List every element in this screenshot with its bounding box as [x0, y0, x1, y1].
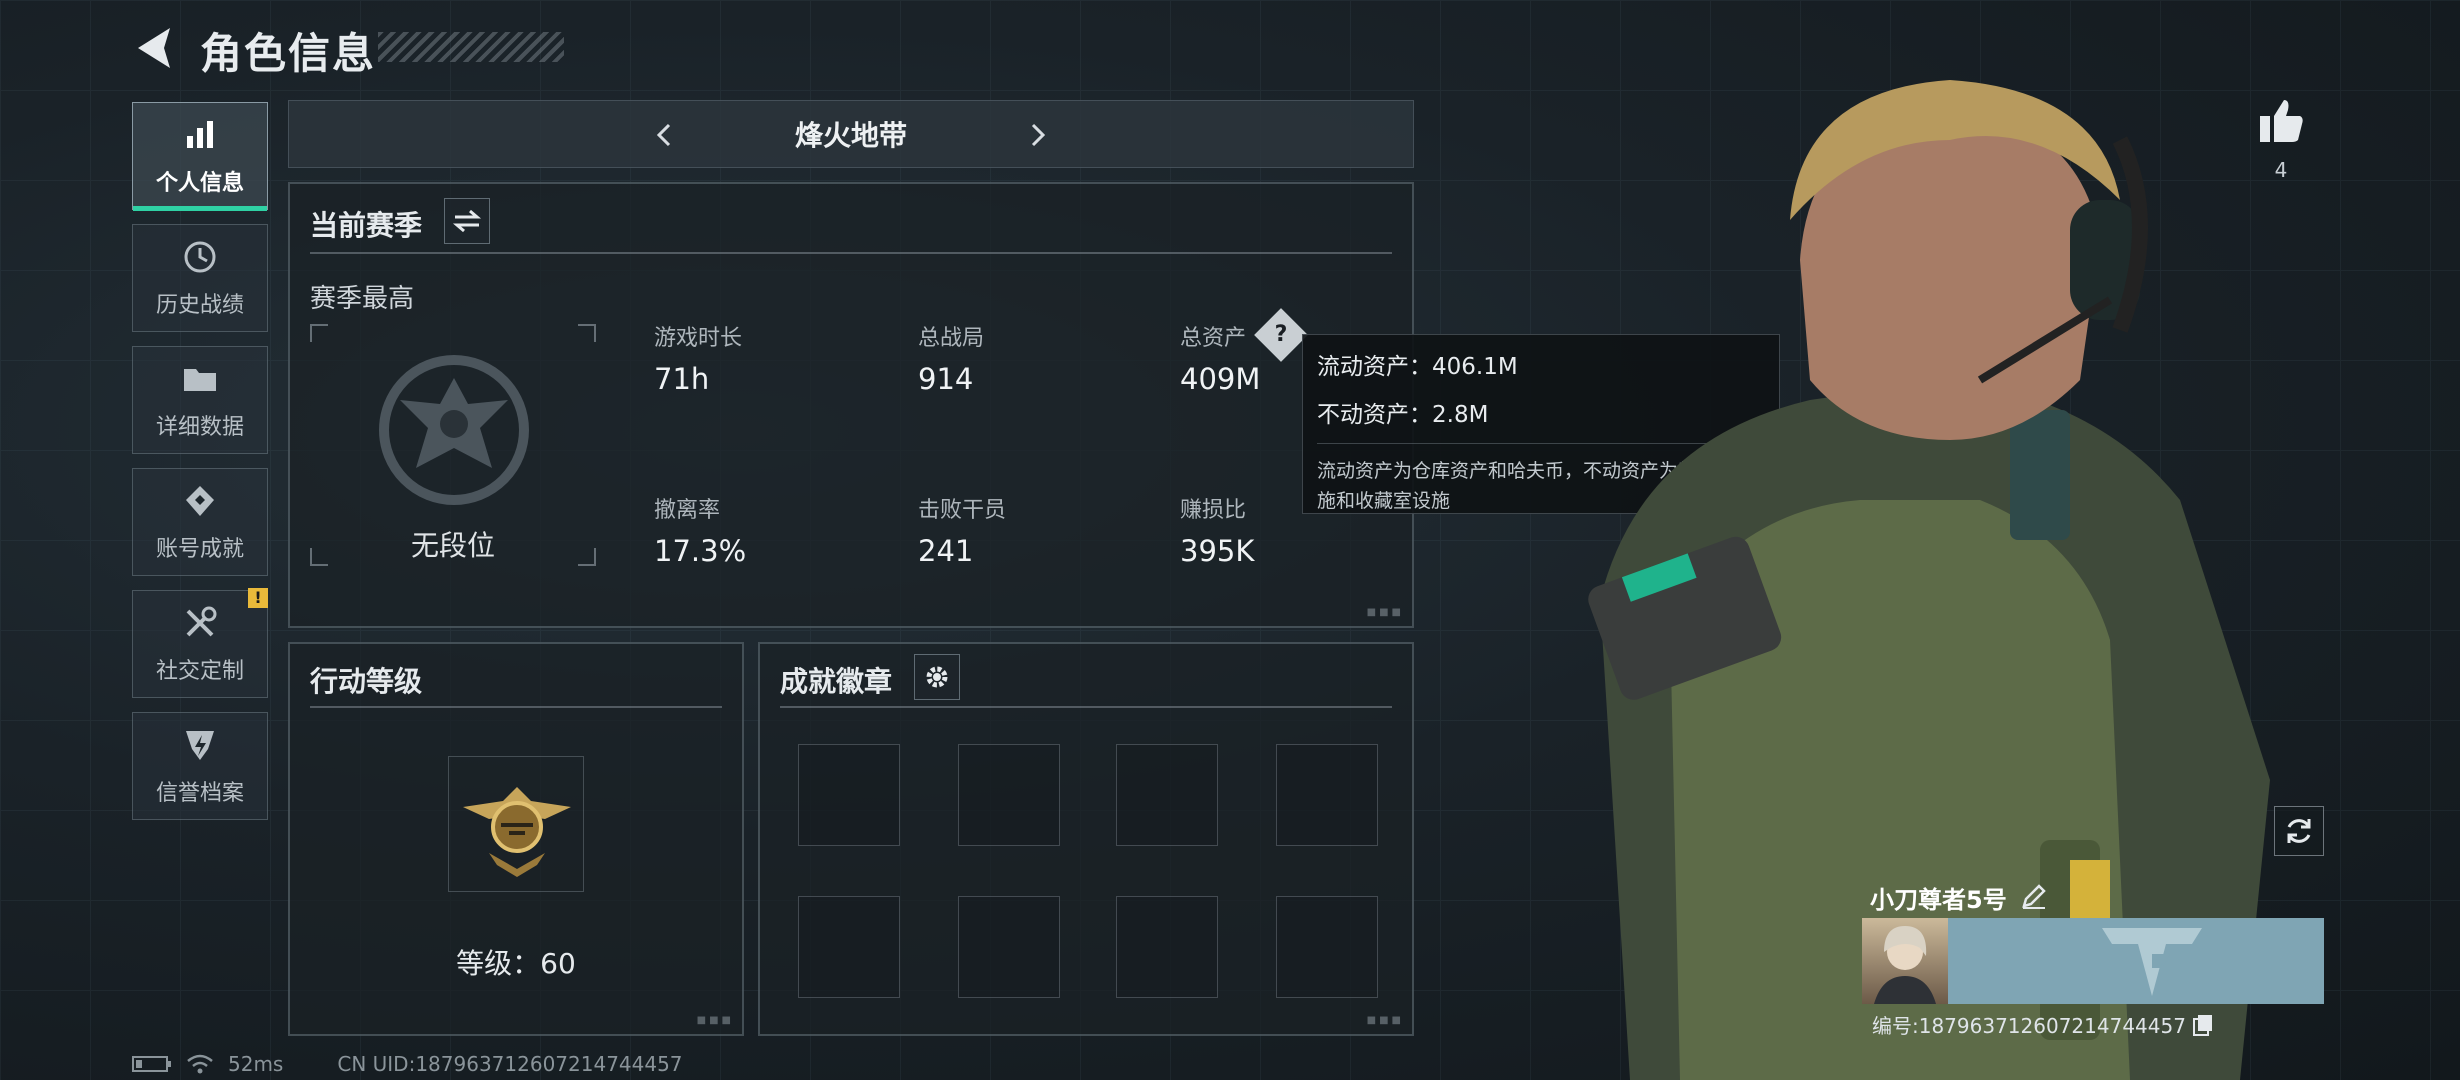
stat-playtime: 游戏时长 71h: [654, 326, 743, 396]
badge-slot[interactable]: [1116, 744, 1218, 846]
season-best-label: 赛季最高: [310, 284, 415, 314]
mode-name: 烽火地带: [794, 119, 907, 152]
sidebar-item-details[interactable]: 详细数据: [132, 346, 268, 454]
sidebar-item-achievements[interactable]: 账号成就: [132, 468, 268, 576]
eagle-rank-emblem-icon: [379, 355, 529, 505]
sidebar-item-label: 社交定制: [155, 659, 244, 684]
achievements-panel: 成就徽章 ■■■: [758, 642, 1414, 1036]
sidebar-item-history[interactable]: 历史战绩: [132, 224, 268, 332]
level-badge: [448, 756, 584, 892]
battery-icon: [132, 1056, 171, 1072]
stat-operators-defeated: 击败干员 241: [918, 498, 1007, 568]
title-decoration: [378, 32, 564, 62]
player-id: 编号:187963712607214744457: [1872, 1014, 2186, 1038]
thumbs-up-icon[interactable]: [2256, 96, 2306, 146]
sidebar-item-label: 信誉档案: [155, 781, 244, 806]
wifi-icon: [187, 1054, 213, 1074]
rank-box: 无段位: [310, 324, 596, 566]
chevron-left-icon[interactable]: [651, 121, 679, 149]
divider: [310, 252, 1392, 254]
rank-label: 无段位: [410, 529, 495, 562]
stat-total-matches: 总战局 914: [918, 326, 985, 396]
divider: [780, 706, 1392, 708]
page-title: 角色信息: [200, 29, 377, 78]
sidebar-item-label: 历史战绩: [155, 293, 244, 318]
sidebar-item-label: 个人信息: [155, 171, 244, 196]
panel-decoration: ■■■: [1366, 1015, 1404, 1026]
sidebar-item-credit[interactable]: 信誉档案: [132, 712, 268, 820]
badge-slot[interactable]: [1116, 896, 1218, 998]
panel-decoration: ■■■: [696, 1015, 734, 1026]
switch-season-button[interactable]: [444, 198, 490, 244]
swap-icon: [452, 209, 482, 233]
team-logo-icon: [2102, 928, 2202, 996]
ping-value: 52ms: [228, 1052, 284, 1076]
copy-icon[interactable]: [2192, 1013, 2214, 1037]
action-level-panel: 行动等级 等级：60 ■■■: [288, 642, 744, 1036]
back-arrow-icon[interactable]: [130, 22, 180, 74]
player-id-line: 编号:187963712607214744457: [1872, 1010, 2214, 1039]
refresh-button[interactable]: [2274, 806, 2324, 856]
badge-slot[interactable]: [1276, 744, 1378, 846]
history-icon: [180, 237, 220, 277]
stat-extraction-rate: 撤离率 17.3%: [654, 498, 747, 568]
achievements-title: 成就徽章: [780, 665, 893, 698]
refresh-icon: [2287, 819, 2311, 843]
divider: [310, 706, 722, 708]
uid-text: CN UID:187963712607214744457: [337, 1052, 683, 1076]
sidebar-item-label: 账号成就: [155, 537, 244, 562]
tools-icon: [180, 603, 220, 643]
mode-selector: 烽火地带: [288, 100, 1414, 168]
help-icon: ?: [1274, 322, 1288, 347]
achievement-icon: [180, 481, 220, 521]
sidebar-item-personal-info[interactable]: 个人信息: [132, 102, 268, 211]
player-name: 小刀尊者5号: [1870, 886, 2007, 914]
panel-decoration: ■■■: [1366, 607, 1404, 618]
level-text: 等级：60: [456, 947, 576, 980]
season-panel: 当前赛季 赛季最高 无段位 游戏时长 71h 总战局 914 总资产 409M 撤离率…: [288, 182, 1414, 628]
badge-slot[interactable]: [1276, 896, 1378, 998]
badge-slot[interactable]: [958, 744, 1060, 846]
warning-badge: !: [248, 588, 268, 608]
gear-icon: [926, 666, 948, 688]
helicopter-badge-icon: [463, 787, 571, 877]
avatar: [1862, 918, 1948, 1004]
sidebar-item-label: 详细数据: [155, 415, 244, 440]
action-level-title: 行动等级: [310, 665, 423, 698]
shield-icon: [180, 725, 220, 765]
chevron-right-icon[interactable]: [1023, 121, 1051, 149]
badge-settings-button[interactable]: [914, 654, 960, 700]
status-footer: 52ms CN UID:187963712607214744457: [132, 1052, 683, 1076]
edit-pencil-icon[interactable]: [2020, 882, 2048, 910]
badge-slot[interactable]: [798, 896, 900, 998]
badge-slot[interactable]: [798, 744, 900, 846]
bar-chart-icon: [180, 115, 220, 155]
like-count: 4: [2274, 158, 2288, 182]
badge-slot[interactable]: [958, 896, 1060, 998]
folder-icon: [180, 359, 220, 399]
season-title: 当前赛季: [310, 209, 423, 242]
